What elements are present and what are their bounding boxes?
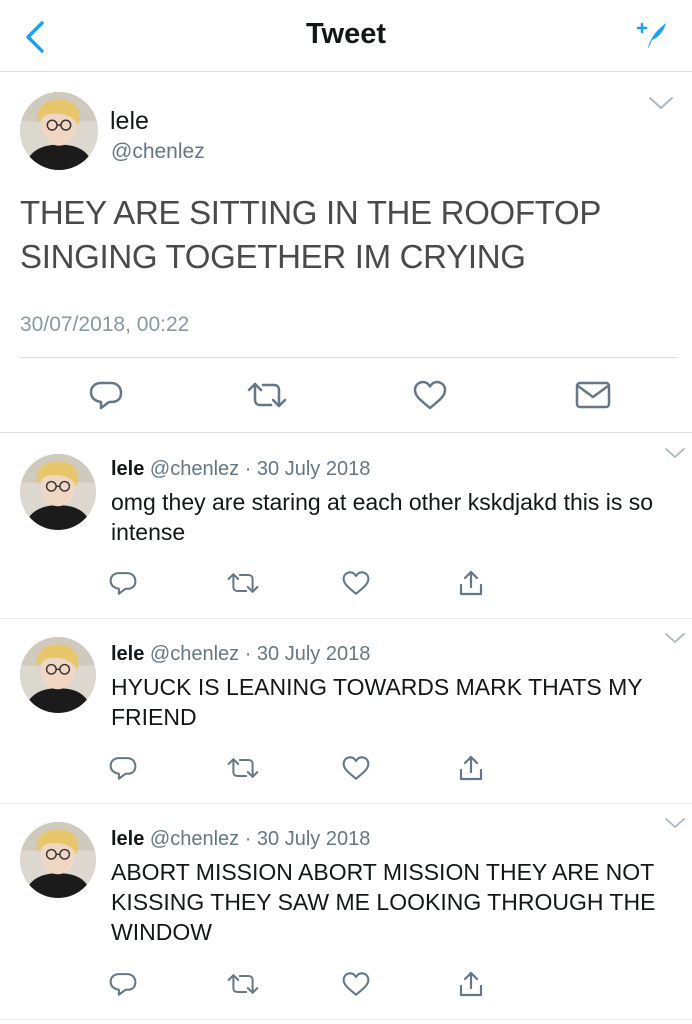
reply-header: lele @chenlez · 30 July 2018	[111, 643, 370, 666]
avatar[interactable]	[20, 637, 96, 713]
author-name[interactable]: lele	[110, 107, 149, 136]
retweet-icon	[247, 382, 287, 408]
avatar[interactable]	[20, 822, 96, 898]
compose-tweet-button[interactable]	[636, 20, 670, 50]
chevron-down-icon[interactable]	[648, 95, 674, 111]
reply-button[interactable]	[108, 751, 138, 785]
profile-photo	[20, 92, 98, 170]
share-icon	[459, 570, 483, 596]
page-title: Tweet	[305, 18, 387, 50]
author-name[interactable]: lele	[111, 458, 144, 480]
tweet-timestamp: 30/07/2018, 00:22	[20, 313, 190, 336]
chevron-down-icon[interactable]	[664, 816, 686, 830]
retweet-icon	[227, 974, 259, 994]
main-tweet: lele @chenlez THEY ARE SITTING IN THE RO…	[0, 73, 692, 433]
like-icon	[342, 756, 370, 780]
tweet-text: omg they are staring at each other kskdj…	[111, 489, 654, 545]
reply-icon	[109, 757, 137, 780]
direct-message-button[interactable]	[572, 373, 614, 417]
chevron-down-icon[interactable]	[664, 446, 686, 460]
reply-icon	[109, 572, 137, 595]
tweet-actions	[0, 967, 692, 1003]
reply-tweet[interactable]: lele @chenlez · 30 July 2018 HYUCK IS LE…	[0, 619, 692, 804]
reply-tweet[interactable]: lele @chenlez · 30 July 2018 omg they ar…	[0, 434, 692, 619]
author-meta: @chenlez · 30 July 2018	[149, 828, 371, 850]
reply-icon	[109, 973, 137, 996]
share-button[interactable]	[455, 967, 487, 1001]
chevron-down-icon[interactable]	[664, 631, 686, 645]
profile-photo	[20, 637, 96, 713]
retweet-icon	[227, 573, 259, 593]
profile-photo	[20, 822, 96, 898]
share-icon	[459, 755, 483, 781]
reply-button[interactable]	[108, 566, 138, 600]
direct-message-icon	[575, 381, 611, 409]
share-button[interactable]	[455, 751, 487, 785]
like-icon	[342, 571, 370, 595]
avatar[interactable]	[20, 454, 96, 530]
reply-header: lele @chenlez · 30 July 2018	[111, 458, 370, 481]
author-meta: @chenlez · 30 July 2018	[149, 643, 371, 665]
tweet-actions	[0, 373, 692, 421]
reply-button[interactable]	[108, 967, 138, 1001]
reply-button[interactable]	[86, 373, 126, 417]
author-meta: @chenlez · 30 July 2018	[149, 458, 371, 480]
author-name[interactable]: lele	[111, 643, 144, 665]
tweet-actions	[0, 751, 692, 787]
author-name[interactable]: lele	[111, 828, 144, 850]
like-icon	[342, 972, 370, 996]
retweet-button[interactable]	[244, 373, 290, 417]
top-nav-bar: Tweet	[0, 0, 692, 72]
reply-header: lele @chenlez · 30 July 2018	[111, 828, 370, 851]
like-icon	[413, 380, 447, 410]
like-button[interactable]	[340, 751, 372, 785]
like-button[interactable]	[340, 967, 372, 1001]
retweet-button[interactable]	[225, 566, 261, 600]
avatar[interactable]	[20, 92, 98, 170]
tweet-actions	[0, 566, 692, 602]
like-button[interactable]	[410, 373, 450, 417]
compose-tweet-icon	[636, 22, 666, 48]
reply-icon	[89, 381, 123, 410]
tweet-text: ABORT MISSION ABORT MISSION THEY ARE NOT…	[111, 859, 656, 945]
retweet-icon	[227, 758, 259, 778]
divider	[20, 357, 678, 358]
like-button[interactable]	[340, 566, 372, 600]
retweet-button[interactable]	[225, 967, 261, 1001]
share-icon	[459, 971, 483, 997]
author-handle[interactable]: @chenlez	[111, 140, 205, 164]
retweet-button[interactable]	[225, 751, 261, 785]
tweet-text: HYUCK IS LEANING TOWARDS MARK THATS MY F…	[111, 674, 643, 730]
reply-tweet[interactable]: lele @chenlez · 30 July 2018 ABORT MISSI…	[0, 804, 692, 1020]
share-button[interactable]	[455, 566, 487, 600]
profile-photo	[20, 454, 96, 530]
tweet-text: THEY ARE SITTING IN THE ROOFTOP SINGING …	[20, 194, 601, 275]
